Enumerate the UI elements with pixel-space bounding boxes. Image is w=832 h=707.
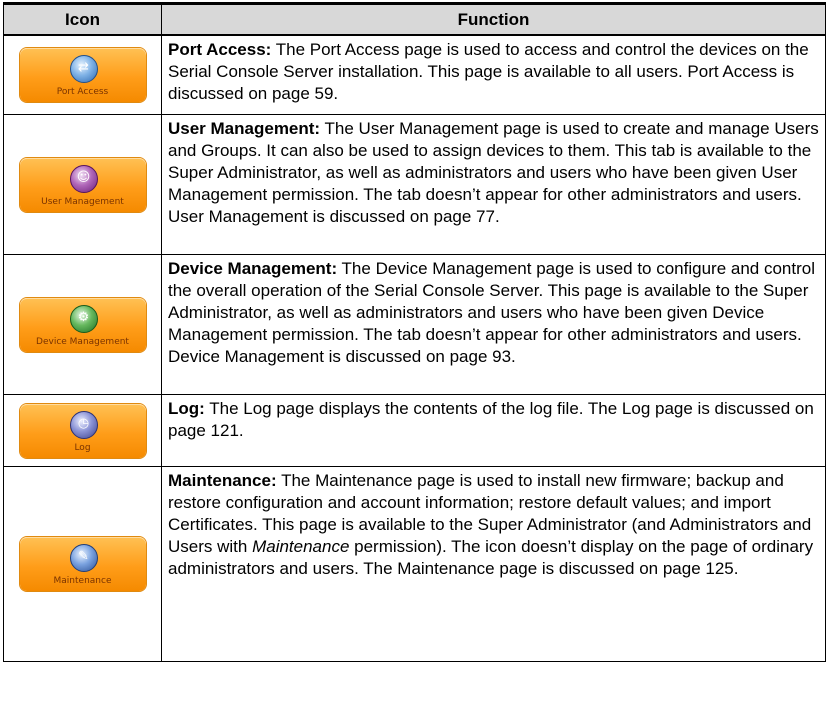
function-cell: Log: The Log page displays the contents … [161, 394, 826, 467]
header-function: Function [161, 3, 826, 36]
user-management-icon: ☺ [69, 164, 98, 193]
row-title: Port Access: [168, 40, 272, 59]
icon-cell: ⚙ Device Management [3, 254, 162, 395]
button-label: User Management [41, 196, 124, 207]
row-title: Maintenance: [168, 471, 277, 490]
maintenance-button[interactable]: ✎ Maintenance [19, 537, 146, 591]
function-cell: Port Access: The Port Access page is use… [161, 34, 826, 115]
row-title: Log: [168, 399, 205, 418]
icon-function-table: Icon Function ⇄ Port Access Port Access:… [3, 2, 826, 662]
table-row: ⇄ Port Access Port Access: The Port Acce… [3, 34, 826, 115]
button-label: Log [74, 442, 91, 453]
button-label: Port Access [56, 87, 109, 97]
row-description: The Log page displays the contents of th… [168, 399, 814, 440]
function-cell: User Management: The User Management pag… [161, 114, 826, 255]
table-row: ✎ Maintenance Maintenance: The Maintenan… [3, 466, 826, 662]
device-management-button[interactable]: ⚙ Device Management [19, 297, 146, 352]
log-button[interactable]: ◷ Log [19, 403, 146, 458]
icon-cell: ⇄ Port Access [3, 34, 162, 115]
row-title: Device Management: [168, 259, 338, 278]
maintenance-icon: ✎ [69, 544, 98, 572]
function-cell: Device Management: The Device Management… [161, 254, 826, 395]
button-label: Device Management [36, 336, 129, 347]
header-icon: Icon [3, 3, 162, 36]
user-management-button[interactable]: ☺ User Management [19, 157, 146, 212]
icon-cell: ✎ Maintenance [3, 466, 162, 662]
device-management-icon: ⚙ [69, 304, 98, 333]
button-label: Maintenance [53, 576, 112, 586]
port-access-icon: ⇄ [69, 55, 98, 83]
row-description-emphasis: Maintenance [252, 537, 350, 556]
port-access-button[interactable]: ⇄ Port Access [19, 48, 146, 102]
log-icon: ◷ [69, 410, 98, 439]
icon-cell: ☺ User Management [3, 114, 162, 255]
row-title: User Management: [168, 119, 321, 138]
table-row: ☺ User Management User Management: The U… [3, 114, 826, 255]
table-row: ⚙ Device Management Device Management: T… [3, 254, 826, 395]
table-header-row: Icon Function [3, 3, 826, 36]
function-cell: Maintenance: The Maintenance page is use… [161, 466, 826, 662]
icon-cell: ◷ Log [3, 394, 162, 467]
table-row: ◷ Log Log: The Log page displays the con… [3, 394, 826, 467]
